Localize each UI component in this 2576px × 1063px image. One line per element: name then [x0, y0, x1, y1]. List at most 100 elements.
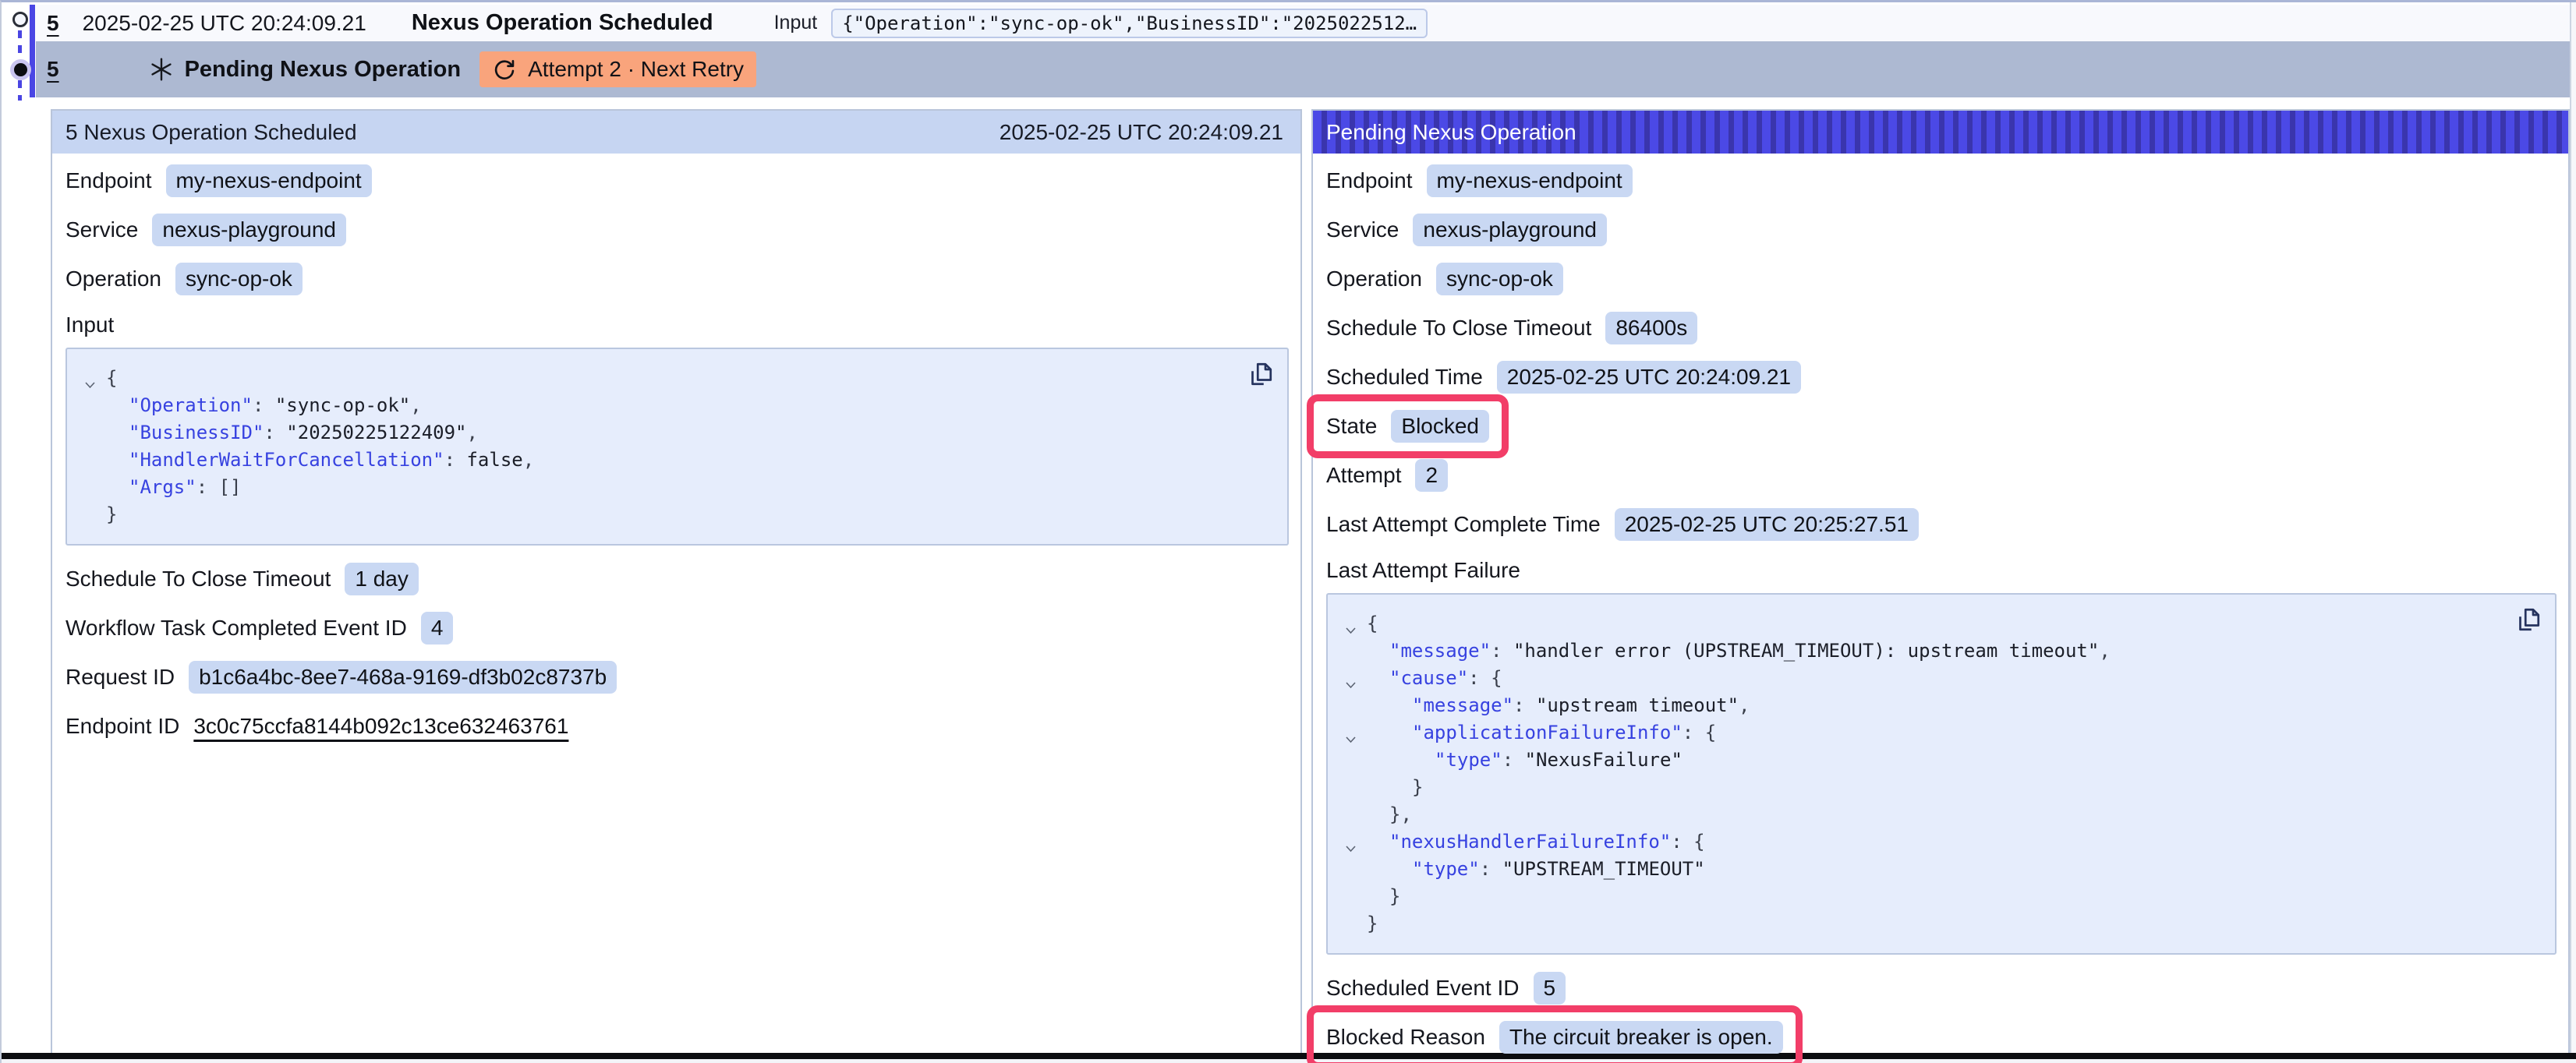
- field-label: Endpoint: [65, 168, 152, 193]
- field-row-request-id: Request ID b1c6a4bc-8ee7-468a-9169-df3b0…: [65, 661, 617, 694]
- event-id-link[interactable]: 5: [47, 11, 59, 36]
- nexus-asterisk-icon: [149, 57, 174, 82]
- field-label: Service: [1326, 217, 1399, 242]
- event-id-link[interactable]: 5: [47, 57, 59, 82]
- collapse-toggle-icon[interactable]: [84, 365, 106, 392]
- state-value-chip: Blocked: [1391, 410, 1489, 443]
- field-label: Schedule To Close Timeout: [1326, 316, 1591, 341]
- code-line: "HandlerWaitForCancellation": false,: [84, 447, 1233, 474]
- field-label: Endpoint: [1326, 168, 1413, 193]
- code-line: "type": "UPSTREAM_TIMEOUT": [1345, 856, 2500, 883]
- workflow-event-history-view: 5 2025-02-25 UTC 20:24:09.21 Nexus Opera…: [0, 0, 2576, 1063]
- field-label: Blocked Reason: [1326, 1025, 1485, 1050]
- event-row-nexus-operation-scheduled[interactable]: 5 2025-02-25 UTC 20:24:09.21 Nexus Opera…: [36, 5, 2570, 41]
- field-row-blocked-reason: Blocked Reason The circuit breaker is op…: [1326, 1021, 1803, 1054]
- field-value-chip: 2025-02-25 UTC 20:25:27.51: [1615, 508, 1919, 541]
- timeline-node-selected-icon[interactable]: [14, 63, 27, 76]
- field-value-chip: my-nexus-endpoint: [166, 164, 372, 197]
- field-label: Scheduled Event ID: [1326, 976, 1520, 1001]
- field-label: Operation: [1326, 267, 1422, 291]
- field-label: Request ID: [65, 665, 175, 690]
- field-value-chip: nexus-playground: [1413, 214, 1607, 246]
- field-value-chip: 5: [1534, 972, 1566, 1005]
- code-line: "type": "NexusFailure": [1345, 747, 2500, 774]
- code-line: {: [84, 365, 1233, 392]
- collapse-toggle-icon[interactable]: [1345, 719, 1367, 747]
- field-value-chip: my-nexus-endpoint: [1427, 164, 1633, 197]
- field-row-scheduled-time: Scheduled Time 2025-02-25 UTC 20:24:09.2…: [1326, 361, 1801, 394]
- endpoint-id-link[interactable]: 3c0c75ccfa8144b092c13ce632463761: [193, 714, 568, 739]
- field-label: Last Attempt Complete Time: [1326, 512, 1601, 537]
- collapse-toggle-icon[interactable]: [1345, 828, 1367, 856]
- code-line: "message": "handler error (UPSTREAM_TIME…: [1345, 637, 2500, 665]
- code-line: "cause": {: [1345, 665, 2500, 692]
- code-line: "Operation": "sync-op-ok",: [84, 392, 1233, 419]
- code-line: }: [1345, 910, 2500, 938]
- field-row-service: Service nexus-playground: [65, 214, 346, 246]
- code-line: "Args": []: [84, 474, 1233, 501]
- event-detail-panel-scheduled: 5 Nexus Operation Scheduled 2025-02-25 U…: [51, 109, 1302, 1054]
- event-timestamp: 2025-02-25 UTC 20:24:09.21: [83, 11, 366, 36]
- scrollbar-gutter[interactable]: [2570, 2, 2576, 1063]
- field-row-endpoint: Endpoint my-nexus-endpoint: [1326, 164, 1633, 197]
- field-label: Scheduled Time: [1326, 365, 1483, 390]
- copy-icon[interactable]: [2514, 606, 2542, 636]
- field-label: Workflow Task Completed Event ID: [65, 616, 407, 641]
- left-panel-title: 5 Nexus Operation Scheduled: [65, 120, 357, 145]
- field-label: Endpoint ID: [65, 714, 179, 739]
- field-value-chip: sync-op-ok: [175, 263, 303, 295]
- field-row-schedule-to-close-timeout: Schedule To Close Timeout 1 day: [65, 563, 419, 595]
- field-row-endpoint: Endpoint my-nexus-endpoint: [65, 164, 372, 197]
- field-label: Operation: [65, 267, 161, 291]
- timeline-accent-bar: [30, 5, 35, 97]
- pending-operation-panel: Pending Nexus Operation Endpoint my-nexu…: [1311, 109, 2570, 1054]
- event-row-pending-nexus-operation[interactable]: 5 Pending Nexus Operation Attempt 2 · Ne…: [36, 41, 2570, 97]
- failure-json-viewer: {"message": "handler error (UPSTREAM_TIM…: [1326, 593, 2557, 955]
- field-row-operation: Operation sync-op-ok: [65, 263, 303, 295]
- field-label: Service: [65, 217, 138, 242]
- code-line: },: [1345, 801, 2500, 828]
- bottom-gutter: [2, 1059, 2576, 1063]
- field-row-state: State Blocked: [1326, 410, 1509, 443]
- field-value-chip: 2025-02-25 UTC 20:24:09.21: [1497, 361, 1801, 394]
- collapse-toggle-icon[interactable]: [1345, 610, 1367, 637]
- collapse-toggle-icon[interactable]: [1345, 665, 1367, 692]
- timeline-dashed-connector: [18, 80, 22, 101]
- input-json-viewer: {"Operation": "sync-op-ok","BusinessID":…: [65, 348, 1289, 546]
- retry-badge-label: Attempt 2 · Next Retry: [528, 57, 744, 82]
- field-row-last-attempt-complete-time: Last Attempt Complete Time 2025-02-25 UT…: [1326, 508, 1919, 541]
- retry-icon: [492, 57, 517, 82]
- input-label: Input: [774, 12, 818, 34]
- timeline-node-open-icon[interactable]: [12, 12, 28, 27]
- code-line: "message": "upstream timeout",: [1345, 692, 2500, 719]
- timeline-dashed-connector: [18, 30, 22, 63]
- field-row-attempt: Attempt 2: [1326, 459, 1448, 492]
- field-row-scheduled-event-id: Scheduled Event ID 5: [1326, 972, 1566, 1005]
- field-value-chip: 86400s: [1605, 312, 1697, 344]
- code-line: "nexusHandlerFailureInfo": {: [1345, 828, 2500, 856]
- field-row-service: Service nexus-playground: [1326, 214, 1607, 246]
- field-value-chip: 4: [421, 612, 454, 645]
- left-panel-header: 5 Nexus Operation Scheduled 2025-02-25 U…: [52, 111, 1300, 154]
- field-row-endpoint-id: Endpoint ID 3c0c75ccfa8144b092c13ce63246…: [65, 710, 568, 743]
- pending-operation-title: Pending Nexus Operation: [185, 57, 462, 83]
- field-label: Attempt: [1326, 463, 1401, 488]
- code-line: {: [1345, 610, 2500, 637]
- field-value-chip: nexus-playground: [152, 214, 346, 246]
- input-preview-chip[interactable]: {"Operation":"sync-op-ok","BusinessID":"…: [831, 9, 1428, 38]
- field-label: State: [1326, 414, 1377, 439]
- code-line: }: [84, 501, 1233, 528]
- copy-icon[interactable]: [1247, 360, 1275, 390]
- field-value-chip: b1c6a4bc-8ee7-468a-9169-df3b02c8737b: [189, 661, 617, 694]
- blocked-reason-highlight-annotation: Blocked Reason The circuit breaker is op…: [1307, 1005, 1803, 1063]
- code-line: }: [1345, 883, 2500, 910]
- right-panel-title: Pending Nexus Operation: [1326, 120, 1576, 145]
- code-line: "applicationFailureInfo": {: [1345, 719, 2500, 747]
- field-label: Schedule To Close Timeout: [65, 567, 331, 592]
- field-value-chip: 2: [1415, 459, 1448, 492]
- state-highlight-annotation: State Blocked: [1307, 394, 1509, 458]
- code-line: "BusinessID": "20250225122409",: [84, 419, 1233, 447]
- field-value-chip: 1 day: [345, 563, 419, 595]
- code-line: }: [1345, 774, 2500, 801]
- last-attempt-failure-label: Last Attempt Failure: [1326, 557, 2557, 584]
